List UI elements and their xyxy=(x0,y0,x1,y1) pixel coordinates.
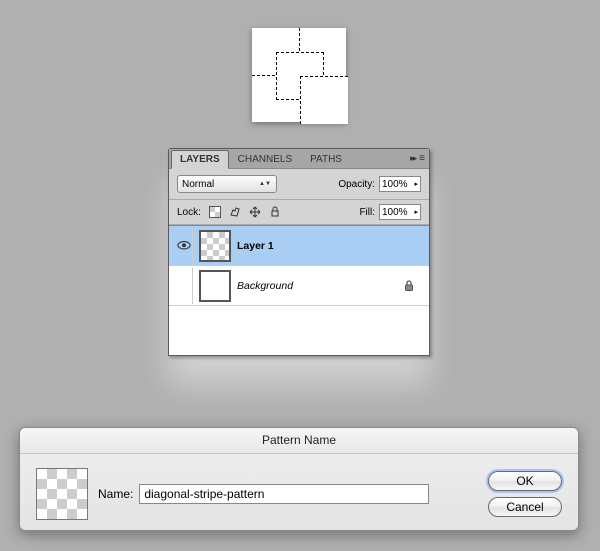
fill-value: 100% xyxy=(382,207,408,218)
panel-options-row: Normal ▲▼ Opacity: 100% ▸ xyxy=(169,169,429,200)
layers-panel: LAYERS CHANNELS PATHS ▸▸ ≡ Normal ▲▼ Opa… xyxy=(168,148,430,356)
lock-position-icon[interactable] xyxy=(247,204,263,220)
visibility-toggle[interactable] xyxy=(175,228,193,264)
name-label: Name: xyxy=(98,487,133,501)
blend-mode-value: Normal xyxy=(182,179,214,190)
tab-channels[interactable]: CHANNELS xyxy=(229,150,301,168)
layer-row[interactable]: Background xyxy=(169,266,429,306)
collapse-icon[interactable]: ▸▸ xyxy=(410,153,415,164)
chevron-right-icon: ▸ xyxy=(414,208,418,216)
cancel-button[interactable]: Cancel xyxy=(488,497,562,517)
fill-label: Fill: xyxy=(359,207,375,218)
pattern-name-dialog: Pattern Name Name: OK Cancel xyxy=(19,427,579,531)
canvas-preview xyxy=(252,28,346,122)
visibility-toggle[interactable] xyxy=(175,268,193,304)
lock-transparency-icon[interactable] xyxy=(207,204,223,220)
opacity-label: Opacity: xyxy=(338,179,375,190)
layer-thumbnail[interactable] xyxy=(199,270,231,302)
layer-list: Layer 1 Background xyxy=(169,225,429,355)
opacity-value: 100% xyxy=(382,179,408,190)
panel-menu-icon[interactable]: ≡ xyxy=(419,153,425,164)
blend-mode-select[interactable]: Normal ▲▼ xyxy=(177,175,277,193)
lock-row: Lock: Fill: 100% ▸ xyxy=(169,200,429,225)
layer-thumbnail[interactable] xyxy=(199,230,231,262)
lock-pixels-icon[interactable] xyxy=(227,204,243,220)
tab-paths[interactable]: PATHS xyxy=(301,150,351,168)
lock-all-icon[interactable] xyxy=(267,204,283,220)
layer-row[interactable]: Layer 1 xyxy=(169,226,429,266)
layer-name: Layer 1 xyxy=(237,240,274,252)
eye-icon xyxy=(177,240,191,251)
ok-button[interactable]: OK xyxy=(488,471,562,491)
chevron-right-icon: ▸ xyxy=(414,180,418,188)
tab-layers[interactable]: LAYERS xyxy=(171,150,229,169)
dialog-title: Pattern Name xyxy=(20,428,578,454)
fill-field[interactable]: 100% ▸ xyxy=(379,204,421,220)
selection-marquee xyxy=(300,76,348,124)
lock-label: Lock: xyxy=(177,207,201,218)
panel-tabs: LAYERS CHANNELS PATHS ▸▸ ≡ xyxy=(169,149,429,169)
pattern-thumbnail xyxy=(36,468,88,520)
layer-name: Background xyxy=(237,280,293,292)
stepper-icon: ▲▼ xyxy=(258,182,272,187)
opacity-field[interactable]: 100% ▸ xyxy=(379,176,421,192)
pattern-name-input[interactable] xyxy=(139,484,429,504)
lock-icon xyxy=(403,280,415,292)
